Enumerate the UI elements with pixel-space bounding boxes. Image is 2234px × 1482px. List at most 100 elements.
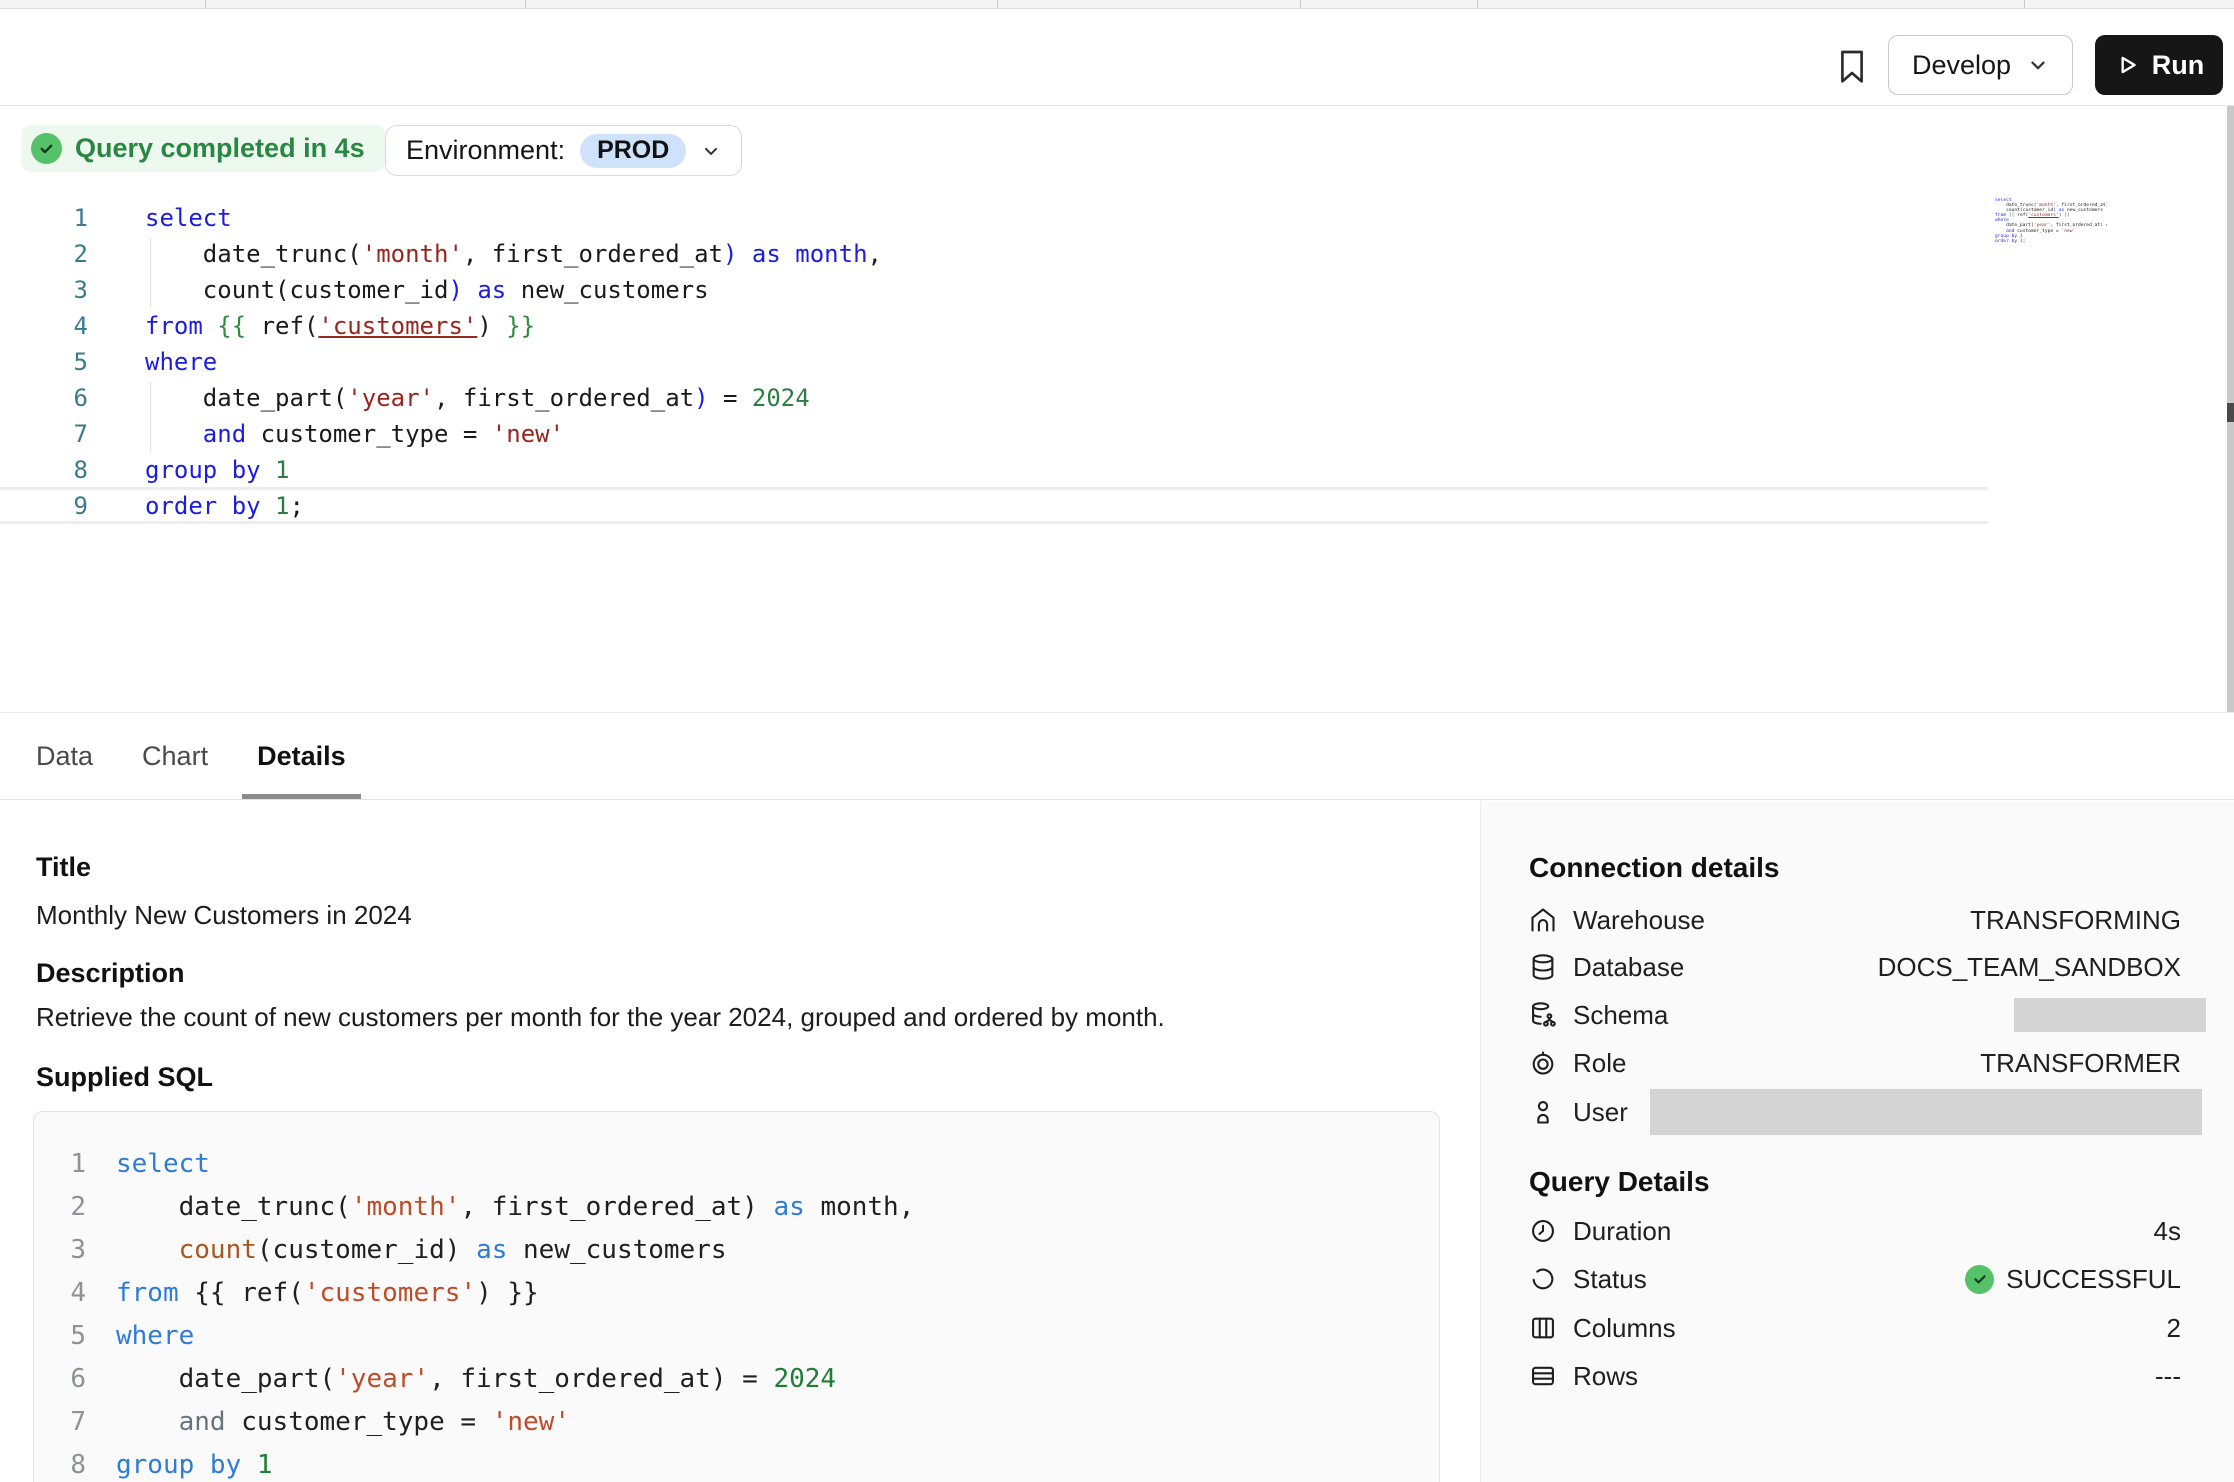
supplied-sql-heading: Supplied SQL	[36, 1062, 213, 1093]
editor-code[interactable]: 1select2 date_trunc('month', first_order…	[0, 200, 882, 524]
detail-label: Columns	[1573, 1313, 1676, 1344]
line-number: 3	[0, 272, 88, 308]
tab-details[interactable]: Details	[242, 713, 361, 799]
header-toolbar: Develop Run	[0, 9, 2234, 106]
columns-icon	[1529, 1313, 1559, 1343]
line-number: 8	[34, 1444, 86, 1482]
environment-selector[interactable]: Environment: PROD	[385, 125, 742, 176]
code-line: 4from {{ ref('customers') }}	[0, 308, 882, 344]
line-number: 2	[34, 1186, 86, 1229]
bookmark-icon	[1837, 49, 1867, 85]
run-button[interactable]: Run	[2095, 35, 2223, 95]
code-line: 7 and customer_type = 'new'	[0, 416, 882, 452]
code-line: 3 count(customer_id) as new_customers	[34, 1229, 1439, 1272]
role-icon	[1529, 1048, 1559, 1078]
detail-value: SUCCESSFUL	[2006, 1264, 2181, 1295]
detail-value: TRANSFORMER	[1980, 1048, 2181, 1079]
chevron-down-icon	[701, 141, 721, 161]
connection-details-heading: Connection details	[1529, 852, 1779, 884]
detail-value: 4s	[2154, 1216, 2181, 1247]
detail-row-database: DatabaseDOCS_TEAM_SANDBOX	[1481, 943, 2234, 991]
window-tab-strip	[0, 0, 2234, 9]
dbt-query-editor-page: Develop Run Query completed in 4s En	[0, 0, 2234, 1482]
environment-label: Environment:	[406, 135, 565, 166]
develop-label: Develop	[1912, 50, 2011, 81]
detail-row-duration: Duration 4s	[1481, 1207, 2234, 1255]
query-status-pill: Query completed in 4s	[21, 125, 385, 172]
line-number: 8	[0, 452, 88, 488]
schema-icon	[1529, 1000, 1559, 1030]
code-line: 5where	[34, 1315, 1439, 1358]
code-line: 2 date_trunc('month', first_ordered_at) …	[0, 236, 882, 272]
line-number: 1	[34, 1143, 86, 1186]
code-line: 8group by 1	[34, 1444, 1439, 1482]
detail-label: Status	[1573, 1264, 1647, 1295]
tab-data[interactable]: Data	[21, 713, 108, 799]
detail-row-user: User	[1481, 1088, 2234, 1136]
window-tab-divider	[205, 0, 206, 8]
warehouse-icon	[1529, 905, 1559, 935]
description-value: Retrieve the count of new customers per …	[36, 1002, 1165, 1033]
line-number: 4	[34, 1272, 86, 1315]
line-number: 6	[0, 380, 88, 416]
chevron-down-icon	[2027, 54, 2049, 76]
detail-label: Warehouse	[1573, 905, 1705, 936]
window-tab-divider	[2024, 0, 2025, 8]
code-line: 9order by 1;	[0, 488, 882, 524]
details-panel: Title Monthly New Customers in 2024 Desc…	[0, 801, 1480, 1482]
redacted-value	[2014, 998, 2206, 1032]
environment-value-pill: PROD	[580, 134, 686, 168]
results-tab-bar: DataChartDetails	[0, 712, 2234, 800]
window-tab-divider	[1477, 0, 1478, 8]
code-line: 7 and customer_type = 'new'	[34, 1401, 1439, 1444]
code-line: 6 date_part('year', first_ordered_at) = …	[34, 1358, 1439, 1401]
code-line: 2 date_trunc('month', first_ordered_at) …	[34, 1186, 1439, 1229]
success-check-icon	[31, 133, 62, 164]
line-number: 7	[0, 416, 88, 452]
rows-icon	[1529, 1361, 1559, 1391]
supplied-sql-code: 1select2 date_trunc('month', first_order…	[34, 1143, 1439, 1482]
code-line: 1select	[34, 1143, 1439, 1186]
editor-scrollbar-thumb[interactable]	[2227, 403, 2234, 422]
window-tab-divider	[997, 0, 998, 8]
bookmark-button[interactable]	[1830, 45, 1874, 89]
code-line: 3 count(customer_id) as new_customers	[0, 272, 882, 308]
loader-icon	[1529, 1264, 1559, 1294]
play-icon	[2114, 52, 2140, 78]
description-heading: Description	[36, 958, 185, 989]
detail-row-warehouse: WarehouseTRANSFORMING	[1481, 896, 2234, 944]
line-number: 7	[34, 1401, 86, 1444]
detail-row-rows: Rows---	[1481, 1352, 2234, 1400]
title-value: Monthly New Customers in 2024	[36, 900, 412, 931]
develop-menu-button[interactable]: Develop	[1888, 35, 2073, 95]
user-icon	[1529, 1097, 1559, 1127]
connection-details-panel: Connection details WarehouseTRANSFORMING…	[1480, 801, 2234, 1482]
line-number: 5	[0, 344, 88, 380]
window-tab-divider	[525, 0, 526, 8]
window-tab-divider	[1300, 0, 1301, 8]
tab-chart[interactable]: Chart	[127, 713, 223, 799]
code-line: 8group by 1	[0, 452, 882, 488]
title-heading: Title	[36, 852, 91, 883]
detail-label: Duration	[1573, 1216, 1671, 1247]
database-icon	[1529, 952, 1559, 982]
editor-minimap[interactable]: select date_trunc('month', first_ordered…	[1995, 198, 2107, 246]
code-line: 5where	[0, 344, 882, 380]
detail-row-role: Role TRANSFORMER	[1481, 1039, 2234, 1087]
code-line: 4from {{ ref('customers') }}	[34, 1272, 1439, 1315]
detail-label: Database	[1573, 952, 1684, 983]
line-number: 1	[0, 200, 88, 236]
detail-row-columns: Columns2	[1481, 1304, 2234, 1352]
line-number: 4	[0, 308, 88, 344]
code-line: 6 date_part('year', first_ordered_at) = …	[0, 380, 882, 416]
line-number: 5	[34, 1315, 86, 1358]
query-status-text: Query completed in 4s	[75, 133, 365, 164]
redacted-value	[1650, 1089, 2202, 1135]
line-number: 6	[34, 1358, 86, 1401]
success-check-icon	[1965, 1265, 1994, 1294]
supplied-sql-block: 1select2 date_trunc('month', first_order…	[33, 1111, 1440, 1482]
clock-icon	[1529, 1216, 1559, 1246]
line-number: 3	[34, 1229, 86, 1272]
detail-label: Role	[1573, 1048, 1626, 1079]
detail-label: Rows	[1573, 1361, 1638, 1392]
